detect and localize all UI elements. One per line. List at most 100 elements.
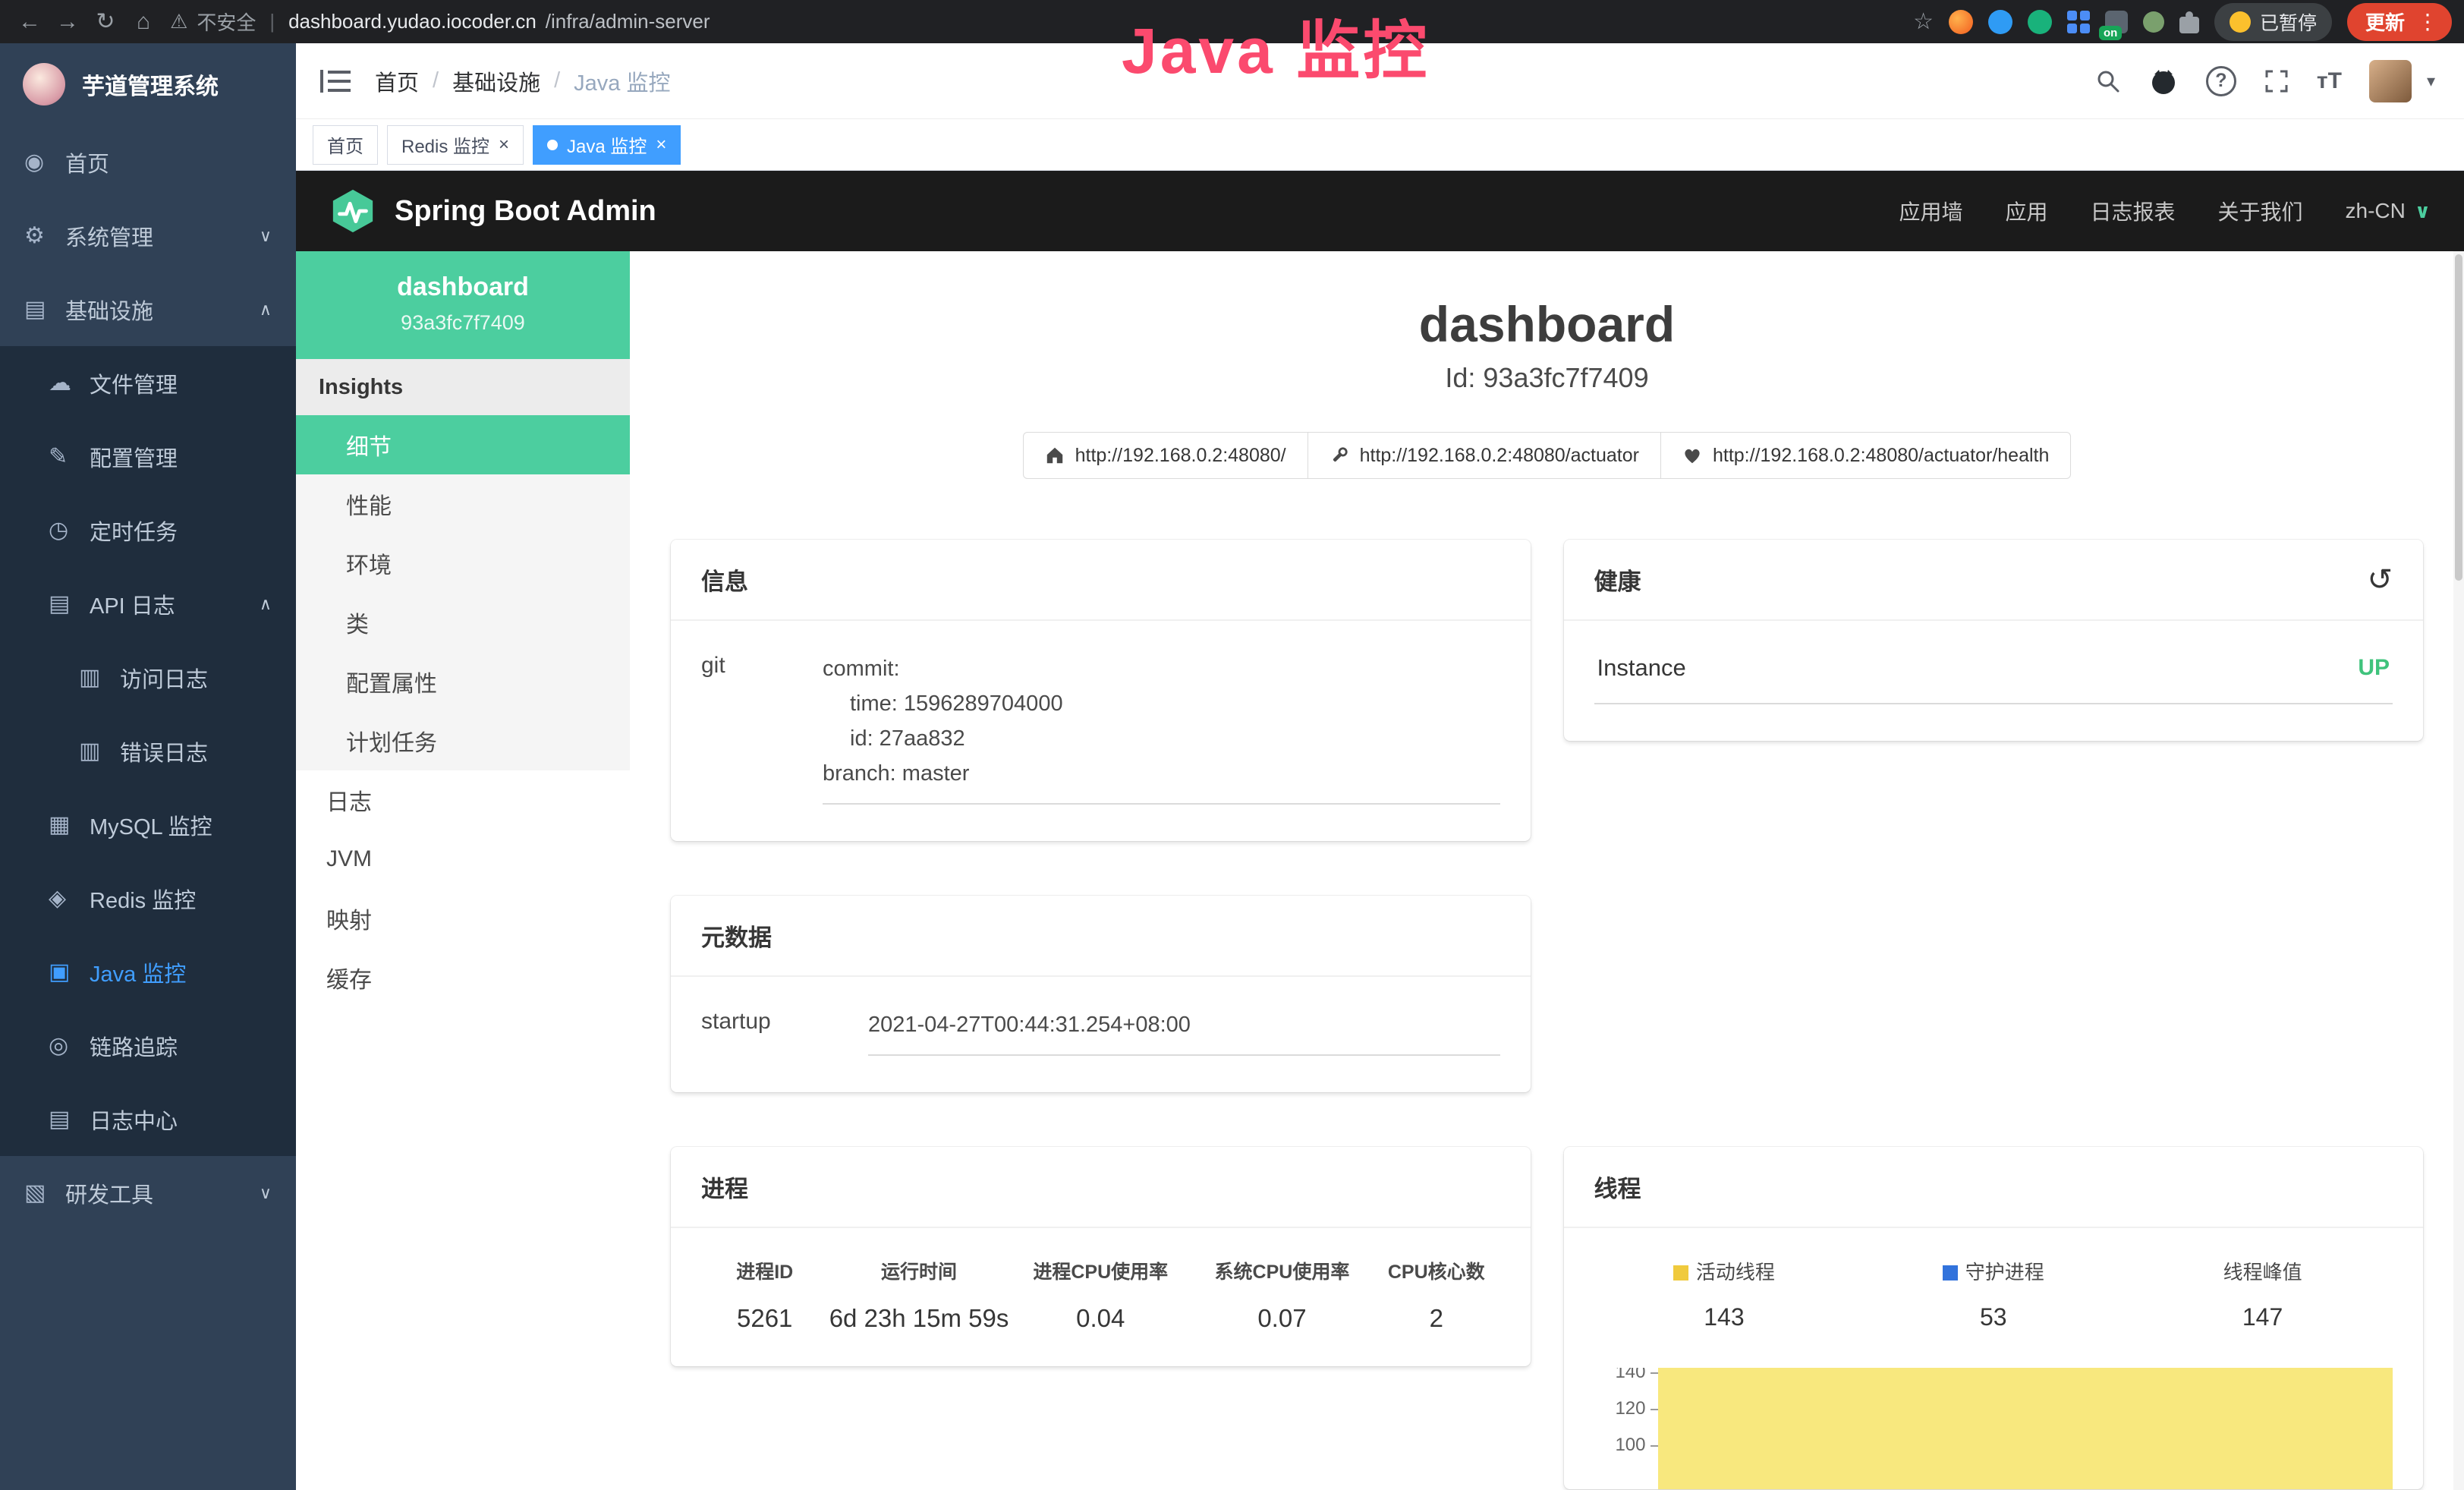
sba-nav-applications[interactable]: 应用 <box>2005 196 2047 226</box>
infrastructure-submenu: ☁ 文件管理 ✎ 配置管理 ◷ 定时任务 ▤ API 日志 ∧ ▥ 访问日志 ▥ <box>0 346 296 1156</box>
actuator-url-link[interactable]: http://192.168.0.2:48080/actuator <box>1308 432 1661 479</box>
sidebar-item-link-tracing[interactable]: ◎ 链路追踪 <box>0 1009 296 1082</box>
sidebar-item-home[interactable]: ◉ 首页 <box>0 125 296 199</box>
process-card-title: 进程 <box>701 1170 748 1204</box>
tab-home[interactable]: 首页 <box>313 125 378 165</box>
tab-java-monitor[interactable]: Java 监控 × <box>533 125 681 165</box>
instance-title: dashboard <box>630 295 2464 353</box>
extension-icon-orange[interactable] <box>1949 10 1973 34</box>
metadata-card-title: 元数据 <box>701 918 772 953</box>
sba-item-config-props[interactable]: 配置属性 <box>296 652 630 711</box>
sidebar-item-system-management[interactable]: ⚙ 系统管理 ∨ <box>0 199 296 272</box>
breadcrumb-current: Java 监控 <box>574 65 670 97</box>
chevron-up-icon: ∧ <box>260 300 272 320</box>
sba-section-insights: Insights <box>296 359 630 415</box>
sidebar-item-config-management[interactable]: ✎ 配置管理 <box>0 420 296 493</box>
sba-item-caches[interactable]: 缓存 <box>296 948 630 1007</box>
threads-chart-yaxis: 140 120 100 <box>1590 1368 1658 1489</box>
pencil-icon: ✎ <box>49 443 90 470</box>
sidebar-collapse-icon[interactable] <box>296 43 375 118</box>
search-icon[interactable] <box>2095 68 2121 94</box>
address-bar[interactable]: ⚠ 不安全 | dashboard.yudao.iocoder.cn/infra… <box>170 8 1910 36</box>
vertical-scrollbar[interactable] <box>2453 251 2464 1490</box>
sba-item-metrics[interactable]: 性能 <box>296 474 630 534</box>
omnibox-divider: | <box>269 10 275 33</box>
language-selector[interactable]: zh-CN ∨ <box>2346 199 2431 223</box>
cards-grid: 信息 git commit: time: 1596289704000 id: 2… <box>630 479 2464 1489</box>
tabs-bar: 首页 Redis 监控 × Java 监控 × <box>296 119 2464 171</box>
reload-button[interactable]: ↻ <box>88 5 123 39</box>
sidebar-item-java-monitor[interactable]: ▣ Java 监控 <box>0 935 296 1009</box>
active-tab-dot <box>547 140 558 150</box>
sba-nav-wallboard[interactable]: 应用墙 <box>1899 196 1962 226</box>
sba-item-beans[interactable]: 类 <box>296 593 630 652</box>
instance-id: Id: 93a3fc7f7409 <box>630 362 2464 394</box>
extensions-puzzle-icon[interactable] <box>2179 17 2199 33</box>
document-icon: ▤ <box>49 1106 90 1132</box>
extension-icon-green[interactable] <box>2028 10 2052 34</box>
sidebar-item-scheduled-tasks[interactable]: ◷ 定时任务 <box>0 493 296 567</box>
help-icon[interactable]: ? <box>2206 66 2236 96</box>
sba-brand[interactable]: Spring Boot Admin <box>329 187 656 235</box>
github-icon[interactable] <box>2148 66 2179 96</box>
extension-icon-blue[interactable] <box>1988 10 2012 34</box>
sba-instance-id: 93a3fc7f7409 <box>311 311 615 335</box>
sba-nav-journal[interactable]: 日志报表 <box>2091 196 2176 226</box>
close-icon[interactable]: × <box>656 134 666 156</box>
info-key: git <box>701 651 823 805</box>
extension-icon-grid[interactable] <box>2067 11 2090 33</box>
sba-item-mappings[interactable]: 映射 <box>296 889 630 948</box>
sidebar-item-infrastructure[interactable]: ▤ 基础设施 ∧ <box>0 272 296 346</box>
browser-home-button[interactable]: ⌂ <box>126 5 161 39</box>
browser-toolbar-right: ☆ on 已暂停 更新 ⋮ <box>1913 3 2452 41</box>
service-url-link[interactable]: http://192.168.0.2:48080/ <box>1023 432 1308 479</box>
fullscreen-icon[interactable] <box>2264 68 2289 94</box>
breadcrumb-home[interactable]: 首页 <box>375 65 419 97</box>
eye-icon: ◎ <box>49 1032 90 1059</box>
browser-menu-icon[interactable]: ⋮ <box>2417 9 2438 34</box>
tab-redis-monitor[interactable]: Redis 监控 × <box>387 125 524 165</box>
sidebar-item-dev-tools[interactable]: ▧ 研发工具 ∨ <box>0 1156 296 1230</box>
process-card: 进程 进程ID 5261 运行时间 <box>671 1147 1531 1366</box>
sba-item-scheduled-tasks[interactable]: 计划任务 <box>296 711 630 770</box>
close-icon[interactable]: × <box>499 134 509 156</box>
legend-peak-threads: 线程峰值 147 <box>2128 1257 2397 1331</box>
sba-instance-header[interactable]: dashboard 93a3fc7f7409 <box>296 251 630 359</box>
app-logo[interactable]: 芋道管理系统 <box>0 43 296 125</box>
sba-nav-about[interactable]: 关于我们 <box>2218 196 2303 226</box>
sidebar-item-api-logs[interactable]: ▤ API 日志 ∧ <box>0 567 296 641</box>
sidebar-item-mysql-monitor[interactable]: ▦ MySQL 监控 <box>0 788 296 862</box>
sidebar-item-log-center[interactable]: ▤ 日志中心 <box>0 1082 296 1156</box>
metadata-key: startup <box>701 1007 868 1056</box>
sba-item-environment[interactable]: 环境 <box>296 534 630 593</box>
breadcrumb-infrastructure[interactable]: 基础设施 <box>452 65 540 97</box>
process-column: 运行时间 6d 23h 15m 59s <box>828 1257 1009 1333</box>
browser-update-button[interactable]: 更新 ⋮ <box>2347 3 2452 41</box>
sba-item-details[interactable]: 细节 <box>296 415 630 474</box>
font-size-icon[interactable]: тT <box>2317 68 2342 94</box>
scrollbar-thumb[interactable] <box>2455 254 2462 581</box>
user-avatar[interactable] <box>2369 60 2412 102</box>
profile-paused-pill[interactable]: 已暂停 <box>2214 3 2332 41</box>
spring-boot-admin-frame: Spring Boot Admin 应用墙 应用 日志报表 关于我们 zh-CN… <box>296 171 2464 1490</box>
status-badge: UP <box>2358 655 2390 681</box>
extension-icon-misc[interactable] <box>2143 11 2164 33</box>
forward-button[interactable]: → <box>50 5 85 39</box>
bookmark-star-icon[interactable]: ☆ <box>1913 8 1934 35</box>
sidebar-item-error-logs[interactable]: ▥ 错误日志 <box>0 714 296 788</box>
metadata-card: 元数据 startup 2021-04-27T00:44:31.254+08:0… <box>671 896 1531 1092</box>
extension-icon-switch[interactable]: on <box>2105 11 2128 33</box>
history-icon[interactable]: ↺ <box>2367 565 2393 595</box>
health-url-link[interactable]: http://192.168.0.2:48080/actuator/health <box>1660 432 2071 479</box>
sidebar-item-file-management[interactable]: ☁ 文件管理 <box>0 346 296 420</box>
avatar-caret-icon[interactable]: ▾ <box>2427 71 2435 91</box>
sba-item-loggers[interactable]: 日志 <box>296 770 630 830</box>
sidebar-item-access-logs[interactable]: ▥ 访问日志 <box>0 641 296 714</box>
instance-links: http://192.168.0.2:48080/ http://192.168… <box>630 432 2464 479</box>
sidebar-item-redis-monitor[interactable]: ◈ Redis 监控 <box>0 862 296 935</box>
back-button[interactable]: ← <box>12 5 47 39</box>
update-label: 更新 <box>2365 8 2405 36</box>
sba-item-jvm[interactable]: JVM <box>296 830 630 889</box>
sba-instance-name: dashboard <box>311 272 615 302</box>
legend-swatch-yellow <box>1673 1265 1688 1281</box>
